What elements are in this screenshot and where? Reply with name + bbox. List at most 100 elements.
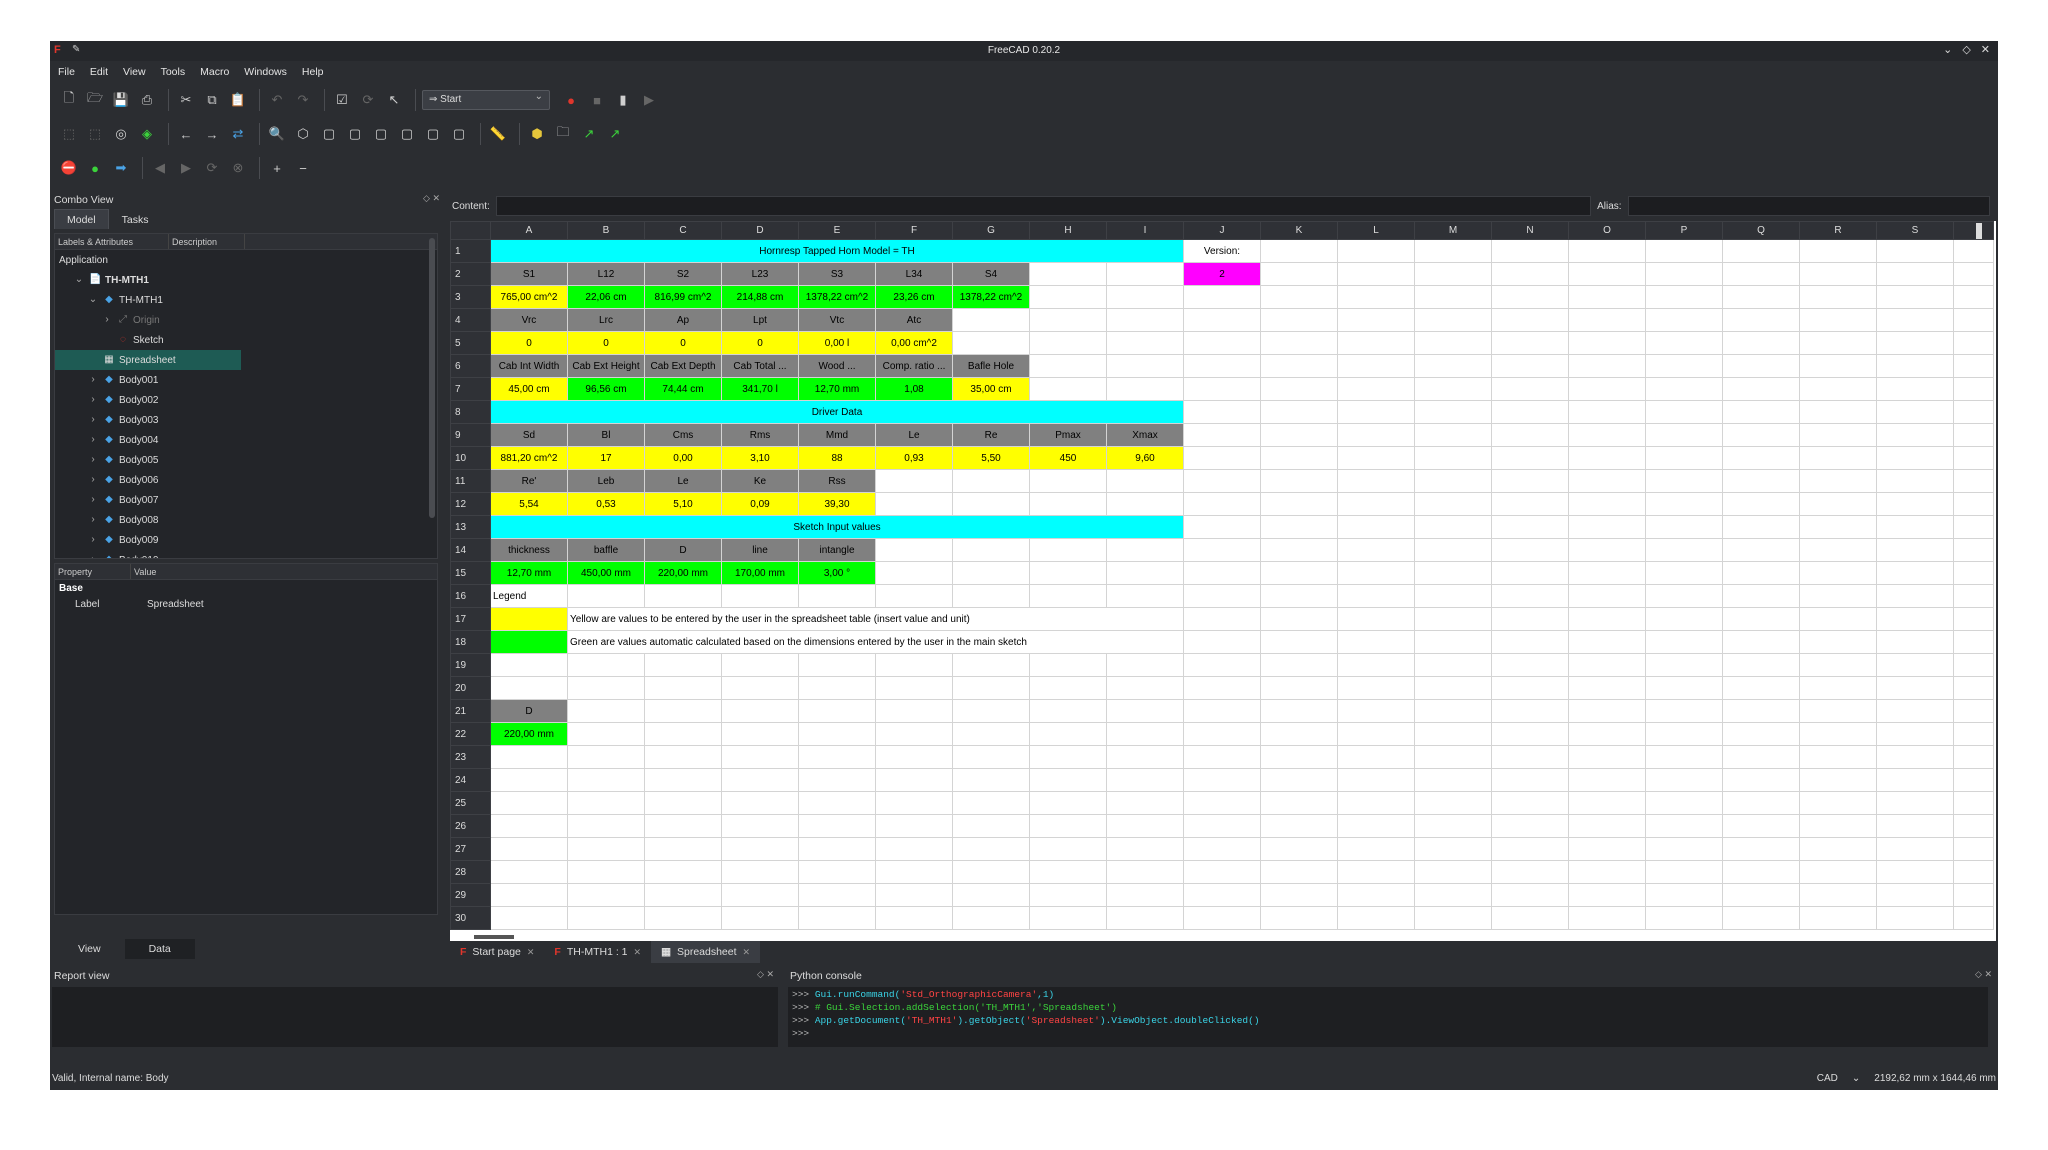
sheet-cell[interactable] (1645, 515, 1723, 539)
sheet-cell[interactable] (644, 653, 722, 677)
sheet-cell[interactable] (1491, 699, 1569, 723)
sheet-cell[interactable]: 5,54 (490, 492, 568, 516)
sheet-cell[interactable] (1799, 308, 1877, 332)
sheet-cell[interactable] (567, 653, 645, 677)
sheet-cell[interactable] (1799, 676, 1877, 700)
sheet-cell[interactable] (1645, 331, 1723, 355)
sheet-cell[interactable] (1953, 653, 1994, 677)
row-header[interactable]: 8 (450, 400, 491, 424)
sheet-cell[interactable] (1183, 423, 1261, 447)
sheet-cell[interactable] (1183, 308, 1261, 332)
sheet-cell[interactable]: Mmd (798, 423, 876, 447)
sheet-cell[interactable] (1722, 607, 1800, 631)
part-icon[interactable]: ⬢ (526, 123, 548, 145)
sheet-cell[interactable] (1645, 561, 1723, 585)
sheet-cell[interactable] (490, 883, 568, 907)
sheet-cell[interactable] (1491, 515, 1569, 539)
sheet-cell[interactable] (1183, 814, 1261, 838)
sheet-cell[interactable] (1491, 492, 1569, 516)
sheet-cell[interactable]: Leb (567, 469, 645, 493)
sheet-cell[interactable] (1953, 423, 1994, 447)
sheet-cell[interactable] (721, 745, 799, 769)
sheet-cell[interactable] (1414, 285, 1492, 309)
sheet-cell[interactable] (798, 906, 876, 930)
sheet-cell[interactable] (1183, 400, 1261, 424)
sheet-cell[interactable] (1029, 538, 1107, 562)
bounding-box-icon[interactable]: ◈ (136, 123, 158, 145)
panel-float-close-icon[interactable]: ◇ ✕ (1975, 969, 1992, 980)
sheet-cell[interactable] (1260, 377, 1338, 401)
navigation-dropdown-icon[interactable]: ⌄ (1852, 1073, 1860, 1084)
sheet-cell[interactable] (1799, 262, 1877, 286)
sheet-cell[interactable] (1568, 883, 1646, 907)
sheet-cell[interactable]: 9,60 (1106, 446, 1184, 470)
sheet-cell[interactable] (1799, 768, 1877, 792)
sheet-cell[interactable] (1337, 469, 1415, 493)
fit-selection-icon[interactable]: ⬚ (84, 123, 106, 145)
sheet-cell[interactable] (1106, 538, 1184, 562)
sheet-cell[interactable]: 96,56 cm (567, 377, 645, 401)
row-header[interactable]: 27 (450, 837, 491, 861)
column-header[interactable]: Q (1722, 221, 1800, 240)
sheet-cell[interactable] (1183, 791, 1261, 815)
sheet-cell[interactable]: S4 (952, 262, 1030, 286)
row-header[interactable]: 5 (450, 331, 491, 355)
sheet-cell[interactable] (644, 699, 722, 723)
sheet-cell[interactable] (490, 653, 568, 677)
web-back-icon[interactable]: ◀ (149, 157, 171, 179)
sheet-cell[interactable] (1106, 883, 1184, 907)
sheet-cell[interactable]: 22,06 cm (567, 285, 645, 309)
row-header[interactable]: 2 (450, 262, 491, 286)
sheet-cell[interactable] (1260, 446, 1338, 470)
sheet-cell[interactable]: 0 (644, 331, 722, 355)
row-header[interactable]: 4 (450, 308, 491, 332)
sheet-cell[interactable] (644, 814, 722, 838)
sheet-cell[interactable] (1799, 653, 1877, 677)
sheet-cell[interactable] (1260, 906, 1338, 930)
sheet-cell[interactable] (644, 860, 722, 884)
sheet-cell[interactable] (721, 768, 799, 792)
web-stop-icon[interactable]: ⛔ (58, 157, 80, 179)
print-icon[interactable]: ⎙ (136, 89, 158, 111)
sheet-cell[interactable]: Rss (798, 469, 876, 493)
sheet-cell[interactable]: Sketch Input values (490, 515, 1184, 539)
rear-view-icon[interactable]: ▢ (396, 123, 418, 145)
sheet-cell[interactable] (875, 791, 953, 815)
collapse-arrow-icon[interactable]: › (87, 554, 99, 558)
sheet-cell[interactable] (1876, 607, 1954, 631)
sheet-cell[interactable] (1722, 331, 1800, 355)
sheet-cell[interactable] (1183, 837, 1261, 861)
sheet-cell[interactable] (644, 676, 722, 700)
sheet-cell[interactable] (1260, 285, 1338, 309)
sheet-cell[interactable] (1568, 423, 1646, 447)
tree-item[interactable]: › ◆ Body009 (55, 530, 437, 550)
python-console-body[interactable]: >>> Gui.runCommand('Std_OrthographicCame… (788, 987, 1988, 1047)
sheet-cell[interactable] (1029, 768, 1107, 792)
sheet-cell[interactable] (1491, 584, 1569, 608)
close-tab-icon[interactable]: ✕ (527, 947, 535, 958)
sheet-cell[interactable]: Atc (875, 308, 953, 332)
sheet-cell[interactable] (1645, 285, 1723, 309)
menu-tools[interactable]: Tools (161, 61, 195, 81)
sheet-cell[interactable]: 74,44 cm (644, 377, 722, 401)
sheet-cell[interactable] (1953, 285, 1994, 309)
sheet-cell[interactable]: 0 (490, 331, 568, 355)
sheet-cell[interactable] (490, 676, 568, 700)
tree-item[interactable]: › ◆ Body003 (55, 410, 437, 430)
sheet-cell[interactable] (1645, 883, 1723, 907)
sheet-cell[interactable] (1645, 676, 1723, 700)
sheet-cell[interactable]: 220,00 mm (490, 722, 568, 746)
sheet-cell[interactable] (1260, 630, 1338, 654)
sheet-cell[interactable] (1953, 860, 1994, 884)
collapse-arrow-icon[interactable]: › (87, 474, 99, 486)
row-header[interactable]: 24 (450, 768, 491, 792)
sheet-cell[interactable] (1337, 423, 1415, 447)
sheet-cell[interactable] (1645, 653, 1723, 677)
sheet-cell[interactable] (1799, 331, 1877, 355)
sheet-cell[interactable] (1876, 538, 1954, 562)
sheet-cell[interactable] (1568, 492, 1646, 516)
sheet-cell[interactable] (1645, 584, 1723, 608)
doc-tab[interactable]: ▦ Spreadsheet ✕ (651, 941, 761, 963)
collapse-arrow-icon[interactable]: › (87, 394, 99, 406)
sheet-cell[interactable] (1183, 745, 1261, 769)
